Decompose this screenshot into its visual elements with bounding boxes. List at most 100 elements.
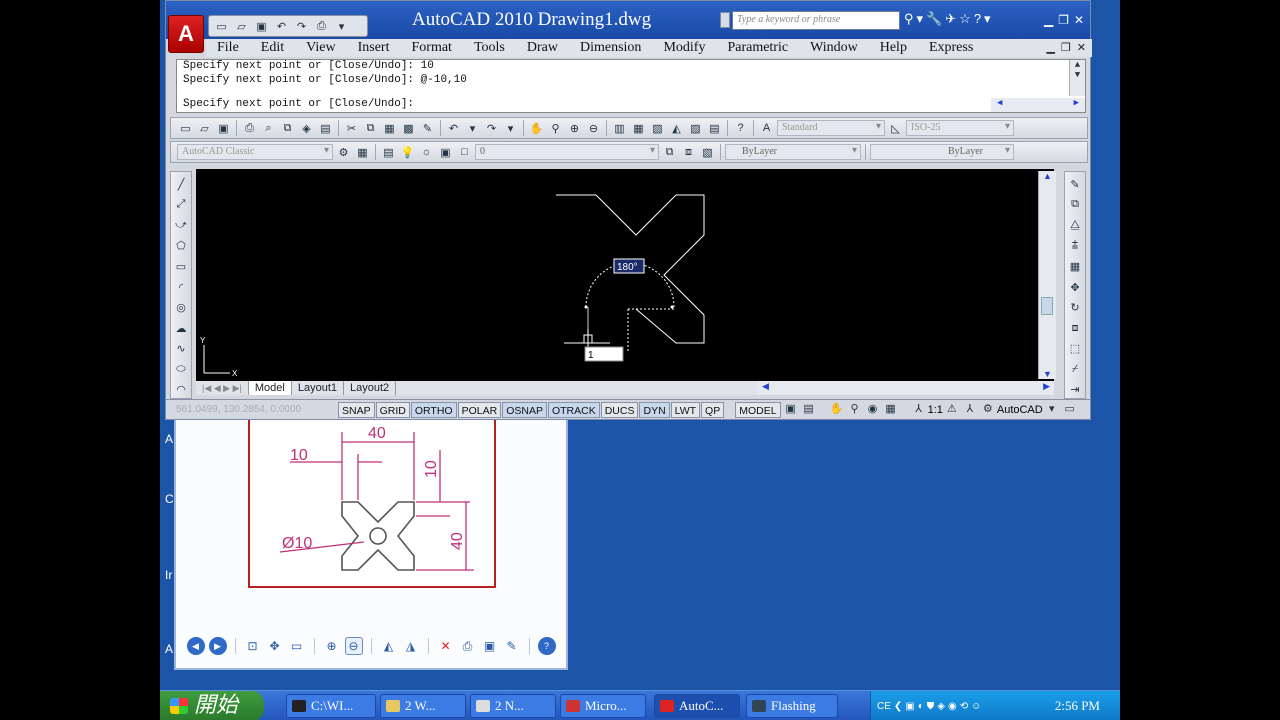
- paste-block-icon[interactable]: ▩: [400, 120, 417, 137]
- search-binoculars-icon[interactable]: ⚲: [904, 11, 914, 27]
- start-button[interactable]: 開始: [160, 691, 264, 720]
- network-icon[interactable]: ▣: [905, 701, 914, 712]
- scale-icon[interactable]: ⧈: [1067, 320, 1083, 337]
- search-input[interactable]: Type a keyword or phrase: [732, 11, 900, 30]
- open-icon[interactable]: ▱: [196, 120, 213, 137]
- menu-parametric[interactable]: Parametric: [716, 39, 799, 57]
- command-line[interactable]: Specify next point or [Close/Undo]: 10 S…: [176, 59, 1086, 113]
- qnew-icon[interactable]: ▭: [177, 120, 194, 137]
- save-icon[interactable]: ▣: [481, 637, 499, 655]
- horizontal-scrollbar[interactable]: ◀ ▶: [758, 381, 1054, 395]
- menu-format[interactable]: Format: [401, 39, 463, 57]
- communication-center-icon[interactable]: ✈: [945, 11, 956, 27]
- layer-lock-icon[interactable]: ▣: [437, 144, 454, 161]
- tray-arrow-icon[interactable]: ❮: [894, 701, 902, 712]
- ortho-toggle[interactable]: ORTHO: [410, 401, 457, 418]
- command-scrollbar[interactable]: ▲ ▼: [1069, 60, 1085, 96]
- circle-icon[interactable]: ◎: [173, 299, 189, 316]
- scroll-up-icon[interactable]: ▲: [1039, 171, 1056, 181]
- sheet-set-icon[interactable]: ▤: [317, 120, 334, 137]
- input-language-icon[interactable]: CE: [877, 701, 891, 712]
- quick-view-layouts-icon[interactable]: ▣: [782, 402, 800, 418]
- dim-style-icon[interactable]: ◺: [887, 120, 904, 137]
- polygon-icon[interactable]: ⬠: [173, 238, 189, 255]
- menu-modify[interactable]: Modify: [652, 39, 716, 57]
- copy-icon[interactable]: ⧉: [362, 120, 379, 137]
- application-menu-button[interactable]: A: [168, 15, 204, 53]
- print-icon[interactable]: ⎙: [459, 637, 477, 655]
- qat-dropdown-icon[interactable]: ▾: [333, 18, 350, 35]
- move-icon[interactable]: ✥: [1067, 279, 1083, 296]
- line-icon[interactable]: ╱: [173, 176, 189, 193]
- steering-wheel-icon[interactable]: ◉: [864, 402, 882, 418]
- design-center-icon[interactable]: ▦: [630, 120, 647, 137]
- pan-icon[interactable]: ✋: [528, 120, 545, 137]
- grid-toggle[interactable]: GRID: [375, 401, 410, 418]
- delete-icon[interactable]: ✕: [437, 637, 455, 655]
- tool-palettes-icon[interactable]: ▧: [649, 120, 666, 137]
- ducs-toggle[interactable]: DUCS: [600, 401, 639, 418]
- dropdown-icon[interactable]: ▾: [984, 11, 991, 27]
- stretch-icon[interactable]: ⬚: [1067, 340, 1083, 357]
- security-icon[interactable]: ⛊: [927, 701, 935, 712]
- auto-scale-icon[interactable]: ⅄: [961, 402, 979, 418]
- antivirus-icon[interactable]: ◉: [948, 701, 957, 712]
- properties-icon[interactable]: ▥: [611, 120, 628, 137]
- command-prompt[interactable]: Specify next point or [Close/Undo]:: [183, 98, 414, 110]
- menu-draw[interactable]: Draw: [516, 39, 569, 57]
- layer-color-icon[interactable]: □: [456, 144, 473, 161]
- messenger-icon[interactable]: ☺: [971, 701, 981, 712]
- annotation-scale[interactable]: 1:1: [928, 404, 943, 416]
- text-style-icon[interactable]: A: [758, 120, 775, 137]
- redo-icon[interactable]: ↷: [293, 18, 310, 35]
- scroll-right-icon[interactable]: ▶: [1043, 381, 1050, 395]
- lwt-toggle[interactable]: LWT: [670, 401, 701, 418]
- clock[interactable]: 2:56 PM: [1055, 698, 1100, 714]
- rectangle-icon[interactable]: ▭: [173, 258, 189, 275]
- tab-layout1[interactable]: Layout1: [292, 381, 344, 395]
- open-icon[interactable]: ▱: [233, 18, 250, 35]
- tab-layout2[interactable]: Layout2: [344, 381, 397, 395]
- dropdown-icon[interactable]: ▾: [917, 11, 924, 27]
- drawing-svg[interactable]: 180° 1 Y X: [196, 169, 1054, 381]
- redo-icon[interactable]: ↷: [483, 120, 500, 137]
- ellipse-arc-icon[interactable]: ◠: [173, 381, 189, 398]
- annotation-visibility-icon[interactable]: ⚠: [943, 402, 961, 418]
- best-fit-icon[interactable]: ⊡: [244, 637, 262, 655]
- workspace-select[interactable]: AutoCAD Classic: [177, 144, 333, 160]
- minimize-icon[interactable]: ▁: [1044, 13, 1053, 27]
- showmotion-icon[interactable]: ▦: [882, 402, 900, 418]
- markup-icon[interactable]: ▨: [687, 120, 704, 137]
- menu-file[interactable]: File: [206, 39, 250, 57]
- previous-image-icon[interactable]: ◀: [186, 637, 205, 655]
- menu-insert[interactable]: Insert: [347, 39, 401, 57]
- help-icon[interactable]: ?: [537, 637, 556, 655]
- cut-icon[interactable]: ✂: [343, 120, 360, 137]
- my-workspace-icon[interactable]: ▦: [354, 144, 371, 161]
- zoom-out-icon[interactable]: ⊖: [344, 637, 363, 655]
- menu-help[interactable]: Help: [869, 39, 918, 57]
- otrack-toggle[interactable]: OTRACK: [547, 401, 600, 418]
- menu-tools[interactable]: Tools: [463, 39, 516, 57]
- sync-icon[interactable]: ⟲: [960, 701, 968, 712]
- pan-icon[interactable]: ✋: [828, 402, 846, 418]
- toolbar-lock-icon[interactable]: ▾: [1043, 402, 1061, 418]
- layer-select[interactable]: 0: [475, 144, 659, 160]
- snap-toggle[interactable]: SNAP: [338, 401, 375, 418]
- favorites-icon[interactable]: ☆: [959, 11, 971, 27]
- edit-icon[interactable]: ✎: [503, 637, 521, 655]
- dim-style-select[interactable]: ISO-25: [906, 120, 1014, 136]
- menu-view[interactable]: View: [295, 39, 346, 57]
- subscription-icon[interactable]: 🔧: [926, 11, 942, 27]
- plot-icon[interactable]: ⎙: [313, 18, 330, 35]
- task-autocad[interactable]: AutoC...: [654, 694, 740, 718]
- publish-icon[interactable]: ⧉: [279, 120, 296, 137]
- revision-cloud-icon[interactable]: ☁: [173, 320, 189, 337]
- help-icon[interactable]: ?: [732, 120, 749, 137]
- layer-properties-icon[interactable]: ▤: [380, 144, 397, 161]
- zoom-in-icon[interactable]: ⊕: [323, 637, 341, 655]
- scroll-left-icon[interactable]: ◀: [762, 381, 769, 395]
- polyline-icon[interactable]: ⤻: [173, 217, 189, 234]
- task-explorer[interactable]: 2 W...: [380, 694, 466, 718]
- save-icon[interactable]: ▣: [253, 18, 270, 35]
